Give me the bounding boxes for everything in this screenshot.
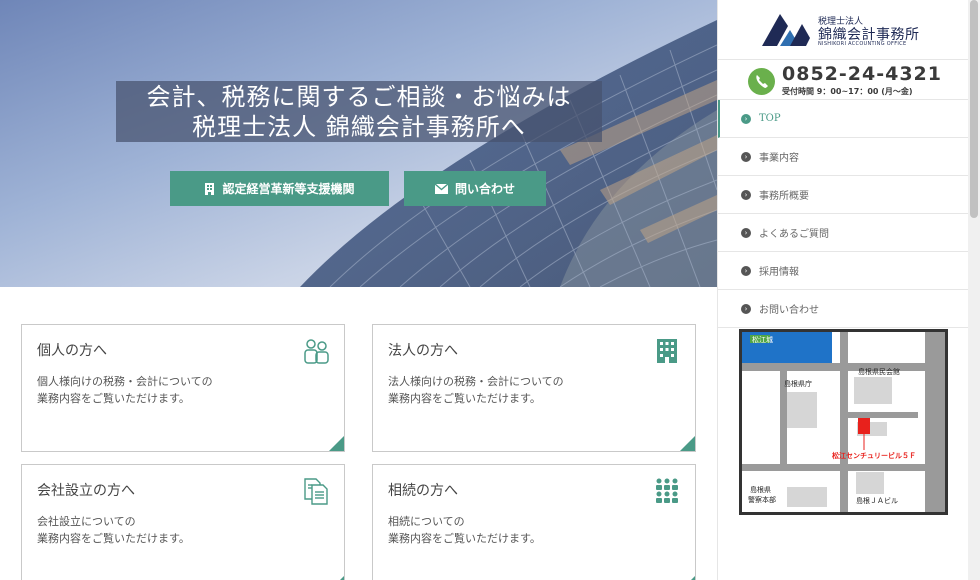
card-description: 会社設立についての 業務内容をご覧いただけます。 [37,513,190,547]
chevron-right-icon: › [741,265,751,276]
nav-label: TOP [759,113,781,124]
map-label-police-1: 島根県 [750,485,771,494]
card-desc-line2: 業務内容をご覧いただけます。 [388,532,541,545]
phone-block[interactable]: 0852-24-4321 受付時間 9：00~17：00 (月～金) [718,60,968,100]
nav-label: 採用情報 [759,267,799,278]
logo-mark-icon [762,14,810,46]
card-inheritance[interactable]: 相続の方へ 相続についての 業務内容をご覧いただけます。 [372,464,696,580]
chevron-right-icon: › [741,303,751,314]
card-description: 法人様向けの税務・会計についての 業務内容をご覧いただけます。 [388,373,564,407]
card-title: 法人の方へ [388,343,458,359]
hero-title-line1: 会計、税務に関するご相談・お悩みは [146,83,572,111]
card-title: 相続の方へ [388,483,458,499]
logo[interactable]: 税理士法人 錦織会計事務所 NISHIKORI ACCOUNTING OFFIC… [718,0,968,60]
card-description: 個人様向けの税務・会計についての 業務内容をご覧いただけます。 [37,373,213,407]
support-agency-button[interactable]: 認定経営革新等支援機関 [170,171,389,206]
map-label-ja: 島根ＪＡビル [856,496,898,505]
map-label-castle: 松江城 [752,335,773,344]
card-desc-line2: 業務内容をご覧いただけます。 [37,392,190,405]
map-label-pref-office: 島根県庁 [784,379,812,388]
phone-number: 0852-24-4321 [782,63,942,85]
envelope-icon [434,183,448,194]
card-desc-line2: 業務内容をご覧いただけます。 [37,532,190,545]
family-icon [656,478,678,503]
contact-button[interactable]: 問い合わせ [404,171,546,206]
card-desc-line1: 会社設立についての [37,515,136,528]
office-marker [858,418,870,434]
nav-item-office[interactable]: › 事務所概要 [718,176,968,214]
people-icon [304,339,329,364]
map-label-hall: 島根県民会館 [858,367,900,376]
nav-item-top[interactable]: › TOP [718,100,968,138]
card-title: 会社設立の方へ [37,483,135,499]
corner-arrow [680,436,695,451]
chevron-right-icon: › [741,151,751,162]
card-title: 個人の方へ [37,343,107,359]
support-agency-label: 認定経営革新等支援機関 [222,182,355,196]
nav-item-faq[interactable]: › よくあるご質問 [718,214,968,252]
building-icon [205,182,215,195]
logo-english: NISHIKORI ACCOUNTING OFFICE [818,41,907,47]
map-label-police-2: 警察本部 [748,495,776,504]
nav-item-contact[interactable]: › お問い合わせ [718,290,968,328]
card-description: 相続についての 業務内容をご覧いただけます。 [388,513,541,547]
map-label-building: 松江センチュリービル５Ｆ [832,451,916,460]
chevron-right-icon: › [741,189,751,200]
card-individual[interactable]: 個人の方へ 個人様向けの税務・会計についての 業務内容をご覧いただけます。 [21,324,345,452]
hero-title-line2: 税理士法人 錦織会計事務所へ [192,113,526,141]
card-desc-line1: 法人様向けの税務・会計についての [388,375,564,388]
contact-label: 問い合わせ [454,182,515,196]
chevron-right-icon: › [741,113,751,124]
scrollbar-thumb[interactable] [970,0,978,218]
card-desc-line2: 業務内容をご覧いただけます。 [388,392,541,405]
card-corporate[interactable]: 法人の方へ 法人様向けの税務・会計についての 業務内容をご覧いただけます。 [372,324,696,452]
documents-icon [304,478,328,505]
card-desc-line1: 個人様向けの税務・会計についての [37,375,213,388]
hero-banner: 会計、税務に関するご相談・お悩みは 税理士法人 錦織会計事務所へ 認定経営革新等… [0,0,717,287]
nav-label: 事業内容 [759,153,799,164]
building-icon [657,339,677,363]
corner-arrow [329,576,344,580]
building-photo [300,20,717,287]
business-hours: 受付時間 9：00~17：00 (月～金) [782,87,913,96]
nav-label: よくあるご質問 [759,229,829,240]
chevron-right-icon: › [741,227,751,238]
corner-arrow [680,576,695,580]
access-map[interactable]: 松江城 島根県庁 島根県民会館 松江センチュリービル５Ｆ 島根県 警察本部 島根… [739,329,948,515]
hero-title: 会計、税務に関するご相談・お悩みは 税理士法人 錦織会計事務所へ [116,81,602,142]
phone-icon [748,68,775,95]
sidebar: 税理士法人 錦織会計事務所 NISHIKORI ACCOUNTING OFFIC… [717,0,968,580]
nav-item-services[interactable]: › 事業内容 [718,138,968,176]
corner-arrow [329,436,344,451]
card-incorporation[interactable]: 会社設立の方へ 会社設立についての 業務内容をご覧いただけます。 [21,464,345,580]
nav-item-recruit[interactable]: › 採用情報 [718,252,968,290]
nav-label: 事務所概要 [759,191,809,202]
card-desc-line1: 相続についての [388,515,465,528]
nav-label: お問い合わせ [759,305,819,316]
